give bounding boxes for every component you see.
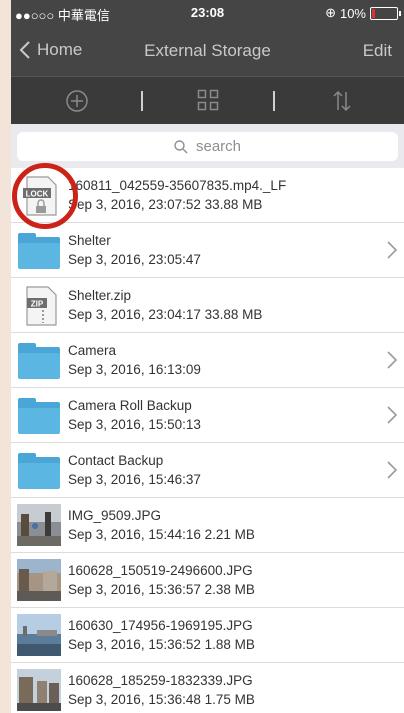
file-name: Camera [68, 343, 117, 358]
folder-icon [17, 396, 61, 436]
highlight-circle [12, 163, 78, 229]
folder-row[interactable]: Camera Roll Backup Sep 3, 2016, 15:50:13 [11, 388, 404, 443]
battery-percent: 10% [339, 5, 366, 21]
photo-thumbnail [17, 669, 61, 711]
battery-status: ⊕ 10% [325, 5, 401, 21]
folder-row[interactable]: Camera Sep 3, 2016, 16:13:09 [11, 333, 404, 388]
file-name: Shelter [68, 233, 111, 248]
photo-thumbnail [17, 504, 61, 546]
file-name: Contact Backup [68, 453, 164, 468]
file-list: LOCK 160811_042559-35607835.mp4._LF Sep … [11, 168, 404, 713]
folder-row[interactable]: Contact Backup Sep 3, 2016, 15:46:37 [11, 443, 404, 498]
zip-label: ZIP [31, 300, 44, 309]
zip-file-icon: ZIP [26, 286, 57, 326]
sort-icon[interactable] [331, 89, 353, 113]
search-placeholder: search [195, 138, 242, 155]
toolbar-divider [141, 91, 143, 111]
file-meta: Sep 3, 2016, 15:36:48 1.75 MB [68, 692, 255, 707]
search-bar: search [11, 124, 404, 168]
folder-row[interactable]: Shelter Sep 3, 2016, 23:05:47 [11, 223, 404, 278]
rotation-lock-icon: ⊕ [325, 5, 336, 20]
chevron-right-icon [387, 406, 398, 424]
file-name: Camera Roll Backup [68, 398, 192, 413]
photo-thumbnail [17, 559, 61, 601]
add-icon[interactable] [65, 89, 89, 113]
file-name: 160628_150519-2496600.JPG [68, 563, 253, 578]
file-meta: Sep 3, 2016, 16:13:09 [68, 362, 201, 377]
grid-view-icon[interactable] [197, 89, 219, 111]
file-meta: Sep 3, 2016, 15:36:57 2.38 MB [68, 582, 255, 597]
file-row[interactable]: ZIP Shelter.zip Sep 3, 2016, 23:04:17 33… [11, 278, 404, 333]
toolbar-divider [273, 91, 275, 111]
chevron-right-icon [387, 241, 398, 259]
toolbar [11, 76, 404, 125]
folder-icon [17, 451, 61, 491]
file-name: 160630_174956-1969195.JPG [68, 618, 253, 633]
file-meta: Sep 3, 2016, 15:50:13 [68, 417, 201, 432]
file-name: 160628_185259-1832339.JPG [68, 673, 253, 688]
chevron-right-icon [387, 461, 398, 479]
photo-thumbnail [17, 614, 61, 656]
file-row[interactable]: 160630_174956-1969195.JPG Sep 3, 2016, 1… [11, 608, 404, 663]
chevron-right-icon [387, 351, 398, 369]
file-meta: Sep 3, 2016, 23:04:17 33.88 MB [68, 307, 263, 322]
battery-icon [370, 6, 401, 20]
file-meta: Sep 3, 2016, 15:46:37 [68, 472, 201, 487]
folder-icon [17, 231, 61, 271]
file-meta: Sep 3, 2016, 23:05:47 [68, 252, 201, 267]
file-name: 160811_042559-35607835.mp4._LF [68, 178, 287, 193]
phone-screen: ●●○○○ 中華電信 23:08 ⊕ 10% Home External Sto… [11, 0, 404, 713]
file-meta: Sep 3, 2016, 15:36:52 1.88 MB [68, 637, 255, 652]
file-meta: Sep 3, 2016, 15:44:16 2.21 MB [68, 527, 255, 542]
folder-icon [17, 341, 61, 381]
navigation-bar: Home External Storage Edit [11, 24, 404, 76]
status-bar: ●●○○○ 中華電信 23:08 ⊕ 10% [11, 0, 404, 24]
file-name: Shelter.zip [68, 288, 132, 303]
file-row[interactable]: 160628_150519-2496600.JPG Sep 3, 2016, 1… [11, 553, 404, 608]
file-row[interactable]: 160628_185259-1832339.JPG Sep 3, 2016, 1… [11, 663, 404, 713]
file-name: IMG_9509.JPG [68, 508, 162, 523]
edit-button[interactable]: Edit [363, 41, 392, 61]
search-icon [174, 139, 188, 153]
file-row[interactable]: IMG_9509.JPG Sep 3, 2016, 15:44:16 2.21 … [11, 498, 404, 553]
file-meta: Sep 3, 2016, 23:07:52 33.88 MB [68, 197, 263, 212]
search-input[interactable]: search [17, 132, 398, 161]
page-title: External Storage [144, 41, 271, 60]
